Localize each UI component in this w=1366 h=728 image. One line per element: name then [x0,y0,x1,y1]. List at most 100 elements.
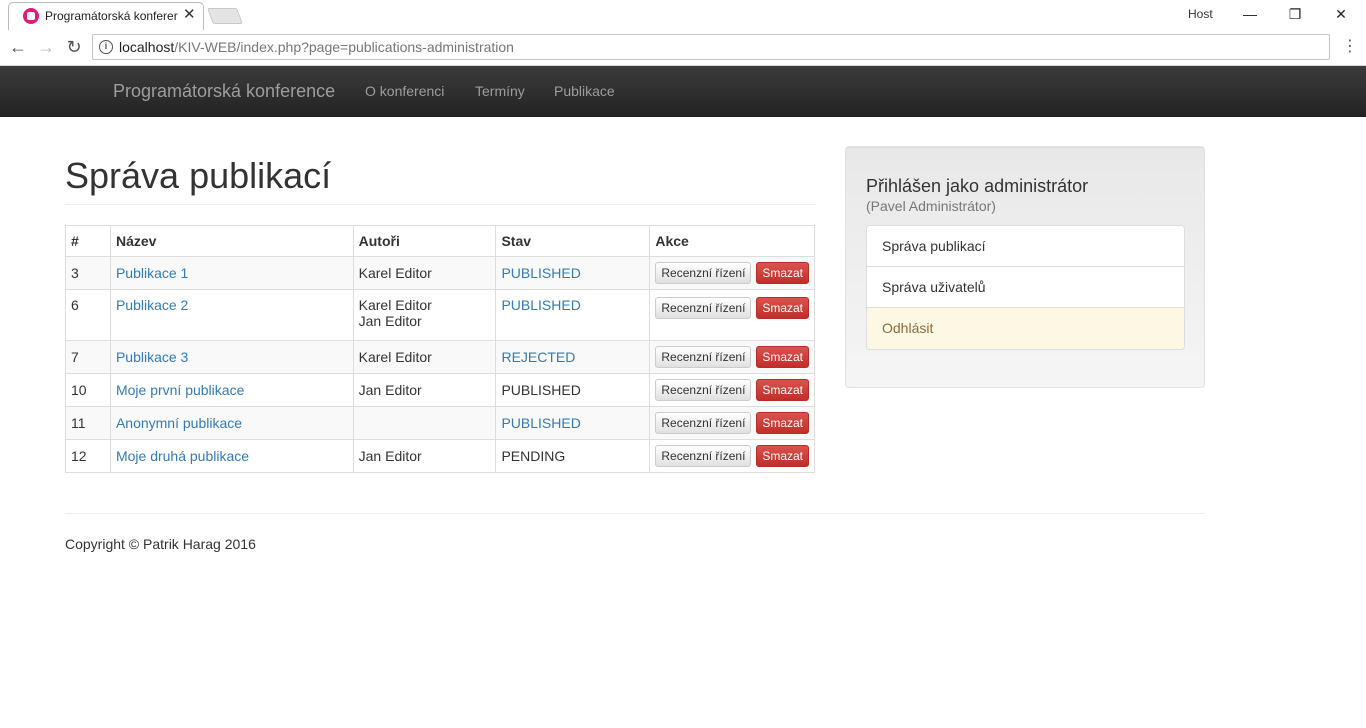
cell-id: 12 [65,439,111,473]
publications-table: # Název Autoři Stav Akce 3 Publikace 1 Kar… [65,225,815,473]
author-name: Karel Editor [358,265,432,281]
forward-arrow-icon[interactable]: → [34,36,58,58]
table-row: 11 Anonymní publikace PUBLISHED Recenzní ří… [65,406,815,440]
status-text[interactable]: PUBLISHED [501,415,580,431]
status-text: PENDING [501,448,566,464]
cell-state: PUBLISHED [495,289,651,341]
delete-button[interactable]: Smazat [756,262,809,284]
admin-menu-item-publications[interactable]: Správa publikací [867,226,1184,267]
publication-link[interactable]: Publikace 1 [116,265,188,281]
cell-name: Moje druhá publikace [109,439,354,473]
publication-link[interactable]: Publikace 3 [116,349,188,365]
review-button[interactable]: Recenzní řízení [655,412,752,434]
cell-state: PUBLISHED [495,256,651,290]
url-host: localhost [119,39,175,55]
minimize-icon[interactable]: — [1236,4,1264,24]
restore-icon[interactable]: ❐ [1281,4,1309,24]
delete-button[interactable]: Smazat [756,445,809,467]
site-brand-link[interactable]: Programátorská konference [113,81,335,102]
url-path: /KIV-WEB/index.php?page=publications-adm… [174,39,514,55]
tab-close-icon[interactable]: ✕ [183,7,196,23]
cell-actions: Recenzní řízení Smazat [649,289,815,341]
cell-id: 3 [65,256,111,290]
review-button[interactable]: Recenzní řízení [655,445,752,467]
address-bar[interactable]: i localhost/KIV-WEB/index.php?page=publi… [92,34,1330,60]
title-divider [65,204,816,205]
footer-divider [65,513,1205,514]
delete-button[interactable]: Smazat [756,379,809,401]
cell-authors: Karel Editor Jan Editor [352,289,497,341]
cell-name: Publikace 2 [109,289,354,341]
status-text[interactable]: PUBLISHED [501,265,580,281]
status-text[interactable]: PUBLISHED [501,297,580,313]
review-button[interactable]: Recenzní řízení [655,262,752,284]
cell-id: 10 [65,373,111,407]
delete-button[interactable]: Smazat [756,412,809,434]
column-header-actions: Akce [649,225,815,257]
review-button[interactable]: Recenzní řízení [655,297,752,319]
cell-id: 6 [65,289,111,341]
cell-name: Publikace 3 [109,340,354,374]
publication-link[interactable]: Moje první publikace [116,382,244,398]
cell-state: REJECTED [495,340,651,374]
footer-copyright: Copyright © Patrik Harag 2016 [65,536,256,552]
author-name: Jan Editor [358,382,422,398]
review-button[interactable]: Recenzní řízení [655,346,752,368]
status-text[interactable]: REJECTED [501,349,575,365]
cell-name: Publikace 1 [109,256,354,290]
browser-toolbar: ← → ↻ i localhost/KIV-WEB/index.php?page… [0,30,1366,66]
author-name: Karel Editor [358,297,432,313]
cell-id: 11 [65,406,111,440]
nav-link-o-konferenci[interactable]: O konferenci [365,83,444,99]
site-favicon-icon [23,8,39,24]
review-button[interactable]: Recenzní řízení [655,379,752,401]
admin-menu: Správa publikací Správa uživatelů Odhlás… [866,225,1185,350]
table-row: 10 Moje první publikace Jan Editor PUBLISHE… [65,373,815,407]
cell-state: PUBLISHED [495,406,651,440]
column-header-state: Stav [495,225,651,257]
info-icon[interactable]: i [99,40,113,54]
cell-actions: Recenzní řízení Smazat [649,439,815,473]
table-row: 12 Moje druhá publikace Jan Editor PENDING R… [65,439,815,473]
cell-authors: Jan Editor [352,439,497,473]
publication-link[interactable]: Publikace 2 [116,297,188,313]
cell-authors [352,406,497,440]
author-name: Jan Editor [358,313,422,329]
admin-menu-item-users[interactable]: Správa uživatelů [867,267,1184,308]
table-row: 3 Publikace 1 Karel Editor PUBLISHED Recenzn… [65,256,815,290]
cell-state: PUBLISHED [495,373,651,407]
column-header-authors: Autoři [352,225,497,257]
reload-icon[interactable]: ↻ [62,36,86,58]
cell-state: PENDING [495,439,651,473]
admin-panel-title: Přihlášen jako administrátor [866,176,1089,196]
nav-link-terminy[interactable]: Termíny [475,83,525,99]
new-tab-button[interactable] [207,8,243,24]
browser-menu-icon[interactable]: ⋮ [1342,38,1358,58]
author-name: Karel Editor [358,349,432,365]
back-arrow-icon[interactable]: ← [6,36,30,58]
column-header-id: # [65,225,111,257]
cell-actions: Recenzní řízení Smazat [649,406,815,440]
cell-authors: Jan Editor [352,373,497,407]
admin-panel-username: (Pavel Administrátor) [866,198,996,214]
nav-link-publikace[interactable]: Publikace [554,83,615,99]
cell-actions: Recenzní řízení Smazat [649,340,815,374]
cell-name: Anonymní publikace [109,406,354,440]
cell-actions: Recenzní řízení Smazat [649,256,815,290]
url-text[interactable]: localhost/KIV-WEB/index.php?page=publica… [119,39,514,55]
window-close-icon[interactable]: ✕ [1327,4,1355,24]
cell-actions: Recenzní řízení Smazat [649,373,815,407]
logout-link[interactable]: Odhlásit [867,308,1184,349]
cell-authors: Karel Editor [352,256,497,290]
publication-link[interactable]: Anonymní publikace [116,415,242,431]
profile-label[interactable]: Host [1188,7,1213,21]
delete-button[interactable]: Smazat [756,346,809,368]
status-text: PUBLISHED [501,382,581,398]
publication-link[interactable]: Moje druhá publikace [116,448,249,464]
table-row: 7 Publikace 3 Karel Editor REJECTED Recenzní… [65,340,815,374]
cell-authors: Karel Editor [352,340,497,374]
browser-tab-strip: Programátorská konferer ✕ Host — ❐ ✕ [0,0,1366,30]
page-title: Správa publikací [65,155,332,196]
delete-button[interactable]: Smazat [756,297,809,319]
browser-tab[interactable]: Programátorská konferer ✕ [8,2,204,30]
